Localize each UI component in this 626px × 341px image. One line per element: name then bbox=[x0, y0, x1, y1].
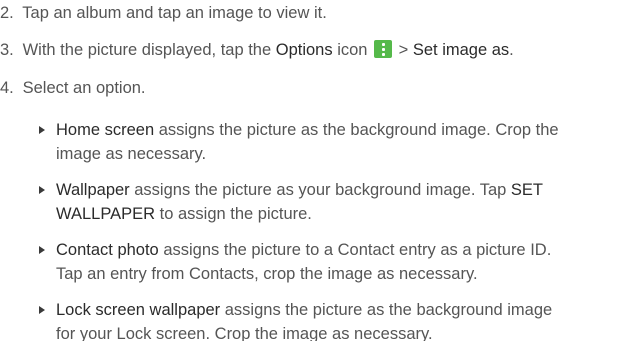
option-description: assigns the picture as the background im… bbox=[220, 301, 553, 319]
step-2: 2. Tap an album and tap an image to view… bbox=[0, 1, 327, 25]
option-description: for your Lock screen. Crop the image as … bbox=[56, 325, 433, 341]
option-home-screen: Home screen assigns the picture as the b… bbox=[39, 118, 619, 166]
step-text: Select an option. bbox=[22, 79, 146, 97]
option-description: assigns the picture to a Contact entry a… bbox=[158, 241, 552, 259]
step-text: With the picture displayed, tap the bbox=[22, 41, 276, 59]
option-term: Contact photo bbox=[56, 241, 159, 259]
step-number: 3. bbox=[0, 41, 14, 59]
option-description: Tap an entry from Contacts, crop the ima… bbox=[56, 265, 478, 283]
option-description: to assign the picture. bbox=[155, 205, 312, 223]
option-description: assigns the picture as the background im… bbox=[154, 121, 559, 139]
option-contact-photo: Contact photo assigns the picture to a C… bbox=[39, 238, 619, 286]
set-wallpaper-label: WALLPAPER bbox=[56, 205, 156, 223]
step-number: 4. bbox=[0, 79, 14, 97]
bullet-triangle-icon bbox=[39, 186, 45, 194]
bullet-triangle-icon bbox=[39, 246, 45, 254]
step-4: 4. Select an option. bbox=[0, 76, 146, 100]
option-term: Wallpaper bbox=[56, 181, 130, 199]
option-description: assigns the picture as your background i… bbox=[129, 181, 511, 199]
step-text: icon bbox=[332, 41, 373, 59]
step-number: 2. bbox=[0, 4, 14, 22]
document-page: 2. Tap an album and tap an image to view… bbox=[0, 0, 626, 341]
set-wallpaper-label: SET bbox=[510, 181, 544, 199]
step-3: 3. With the picture displayed, tap the O… bbox=[0, 38, 514, 62]
option-term: Lock screen wallpaper bbox=[56, 301, 221, 319]
step-text: . bbox=[509, 41, 514, 59]
bullet-triangle-icon bbox=[39, 306, 45, 314]
option-description: image as necessary. bbox=[56, 145, 207, 163]
set-image-as-label: Set image as bbox=[412, 41, 510, 59]
options-vertical-dots-icon bbox=[374, 40, 393, 58]
options-label: Options bbox=[275, 41, 333, 59]
bullet-triangle-icon bbox=[39, 126, 45, 134]
step-text: > bbox=[394, 41, 413, 59]
option-lock-screen-wallpaper: Lock screen wallpaper assigns the pictur… bbox=[39, 298, 619, 341]
step-text: Tap an album and tap an image to view it… bbox=[22, 4, 327, 22]
option-wallpaper: Wallpaper assigns the picture as your ba… bbox=[39, 178, 619, 226]
option-term: Home screen bbox=[56, 121, 155, 139]
